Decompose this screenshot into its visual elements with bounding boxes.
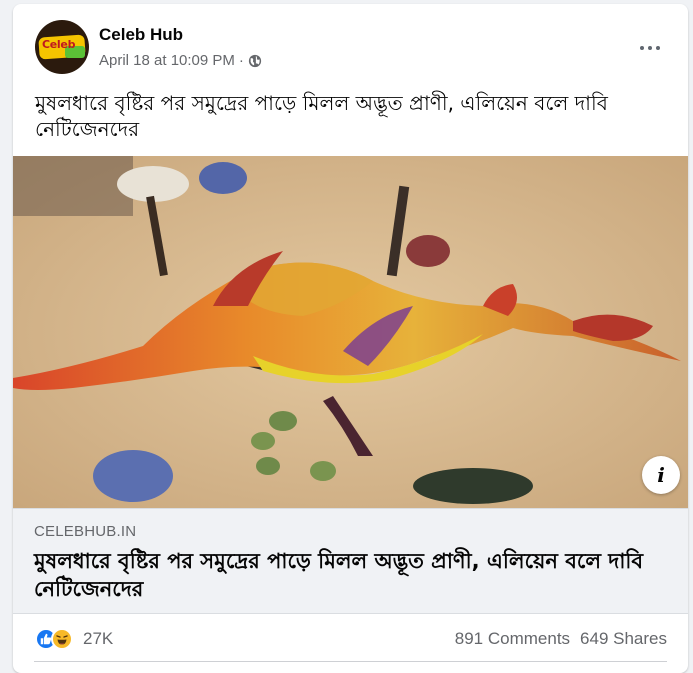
post-text: মুষলধারে বৃষ্টির পর সমুদ্রের পাড়ে মিলল … xyxy=(35,91,608,141)
post-photo[interactable]: i xyxy=(13,156,688,508)
page-avatar[interactable]: Celeb xyxy=(35,20,89,74)
post-header: Celeb Celeb Hub April 18 at 10:09 PM · xyxy=(13,4,688,86)
more-dot xyxy=(648,46,652,50)
count-gap xyxy=(570,629,580,649)
engagement-counts: 891 Comments 649 Shares xyxy=(455,629,667,649)
page-name-link[interactable]: Celeb Hub xyxy=(99,25,183,45)
stats-divider xyxy=(34,661,667,662)
reactions-summary[interactable]: 27K xyxy=(35,628,113,650)
more-dot xyxy=(656,46,660,50)
post-timestamp[interactable]: April 18 at 10:09 PM xyxy=(99,52,235,69)
link-domain: CELEBHUB.IN xyxy=(34,523,137,540)
globe-icon[interactable] xyxy=(248,54,262,68)
more-options-icon[interactable] xyxy=(632,30,668,66)
meta-separator: · xyxy=(238,52,244,69)
post-meta: April 18 at 10:09 PM · xyxy=(99,52,262,69)
link-title[interactable]: মুষলধারে বৃষ্টির পর সমুদ্রের পাড়ে মিলল … xyxy=(34,547,664,603)
more-dot xyxy=(640,46,644,50)
post-card: Celeb Celeb Hub April 18 at 10:09 PM · ম… xyxy=(13,4,688,673)
info-icon[interactable]: i xyxy=(642,456,680,494)
avatar-logo-text: Celeb xyxy=(42,38,76,51)
haha-icon xyxy=(51,628,73,650)
post-stats: 27K 891 Comments 649 Shares xyxy=(13,622,688,662)
sea-dragon-photo xyxy=(13,156,688,508)
comments-count-link[interactable]: 891 Comments xyxy=(455,629,570,649)
shares-count-link[interactable]: 649 Shares xyxy=(580,629,667,649)
link-preview[interactable]: CELEBHUB.IN মুষলধারে বৃষ্টির পর সমুদ্রের… xyxy=(13,508,688,614)
reaction-count: 27K xyxy=(83,629,114,648)
